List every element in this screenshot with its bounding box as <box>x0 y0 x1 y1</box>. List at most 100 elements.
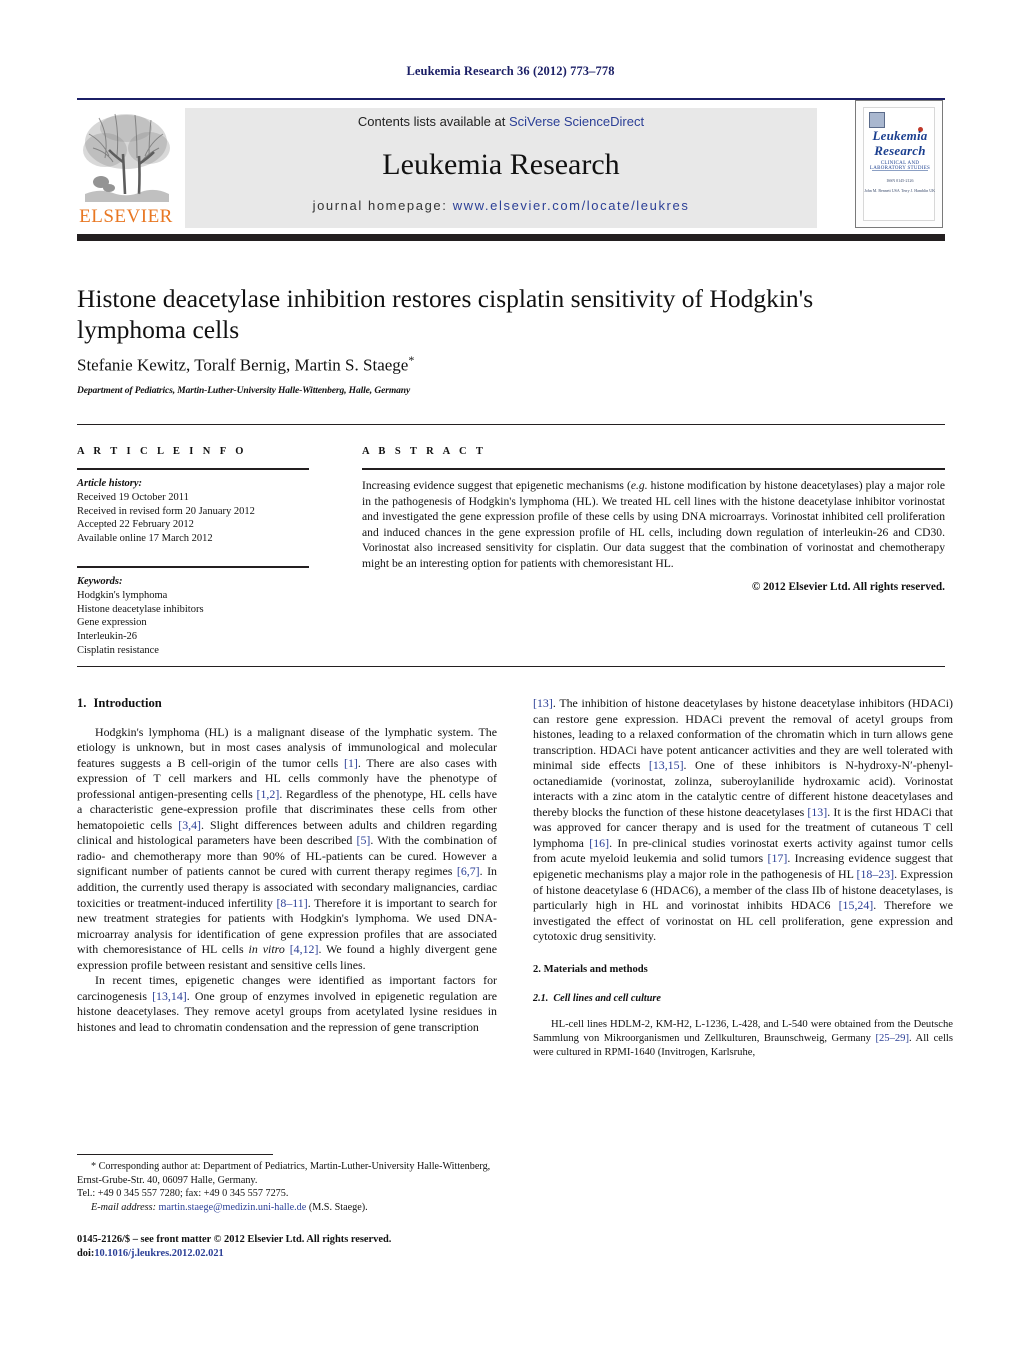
running-head: Leukemia Research 36 (2012) 773–778 <box>406 64 615 78</box>
front-matter-line: 0145-2126/$ – see front matter © 2012 El… <box>77 1234 392 1245</box>
history-item: Accepted 22 February 2012 <box>77 519 194 531</box>
abstract-part1: Increasing evidence suggest that epigene… <box>362 479 631 492</box>
keyword-item: Gene expression <box>77 617 147 629</box>
citation-ref[interactable]: [15,24] <box>839 898 874 912</box>
abstract-rule <box>362 468 945 470</box>
abstract-text: Increasing evidence suggest that epigene… <box>362 478 945 572</box>
keyword-item: Histone deacetylase inhibitors <box>77 603 204 615</box>
contents-prefix: Contents lists available at <box>357 114 509 129</box>
doi-label: doi: <box>77 1248 95 1259</box>
keyword-item: Cisplatin resistance <box>77 644 159 656</box>
cover-meta-line: ISSN 0145-2126 <box>886 178 914 183</box>
journal-homepage-line: journal homepage: www.elsevier.com/locat… <box>185 198 817 213</box>
paragraph-continued: [13]. The inhibition of histone deacetyl… <box>533 696 953 945</box>
homepage-prefix: journal homepage: <box>312 198 453 213</box>
article-info-column: A R T I C L E I N F O Article history: R… <box>77 446 309 658</box>
author-names: Stefanie Kewitz, Toralf Bernig, Martin S… <box>77 355 409 375</box>
abstract-heading: A B S T R A C T <box>362 446 487 457</box>
cover-inner-frame: Leukemia Research CLINICAL AND LABORATOR… <box>863 107 935 221</box>
author-list: Stefanie Kewitz, Toralf Bernig, Martin S… <box>77 353 907 376</box>
panel-top-rule <box>77 424 945 425</box>
journal-cover-thumbnail: Leukemia Research CLINICAL AND LABORATOR… <box>855 100 943 228</box>
footnote-block: * Corresponding author at: Department of… <box>77 1160 507 1214</box>
homepage-url-link[interactable]: www.elsevier.com/locate/leukres <box>453 198 690 213</box>
sciencedirect-link[interactable]: SciVerse ScienceDirect <box>509 114 644 129</box>
email-note: E-mail address: martin.staege@medizin.un… <box>77 1201 507 1215</box>
body-column-right: [13]. The inhibition of histone deacetyl… <box>533 696 953 1060</box>
email-owner: (M.S. Staege). <box>306 1201 368 1213</box>
citation-ref[interactable]: [17] <box>768 851 788 865</box>
citation-ref[interactable]: [13,15] <box>649 758 684 772</box>
journal-masthead: ELSEVIER Contents lists available at Sci… <box>77 98 945 241</box>
abstract-part2: histone modification by histone deacetyl… <box>362 479 945 570</box>
citation-ref[interactable]: [13] <box>533 696 553 710</box>
history-item: Received 19 October 2011 <box>77 491 189 503</box>
cover-title-line1: Leukemia <box>872 128 928 143</box>
keywords-block: Keywords: Hodgkin's lymphoma Histone dea… <box>77 575 309 658</box>
paragraph: HL-cell lines HDLM-2, KM-H2, L-1236, L-4… <box>533 1018 953 1060</box>
citation-ref[interactable]: [13] <box>807 805 827 819</box>
citation-ref[interactable]: [1] <box>344 756 358 770</box>
email-label: E-mail address: <box>91 1201 156 1213</box>
citation-ref[interactable]: [25–29] <box>875 1033 909 1044</box>
citation-ref[interactable]: [18–23] <box>856 867 894 881</box>
contact-phone-note: Tel.: +49 0 345 557 7280; fax: +49 0 345… <box>77 1188 289 1200</box>
subsection-heading-cell-lines: 2.1. Cell lines and cell culture <box>533 991 953 1007</box>
abstract-eg: e.g. <box>630 479 648 492</box>
keyword-item: Interleukin-26 <box>77 631 138 643</box>
copyright-line: © 2012 Elsevier Ltd. All rights reserved… <box>751 580 945 593</box>
corresponding-author-marker: * <box>408 353 415 367</box>
article-history-block: Article history: Received 19 October 201… <box>77 477 309 546</box>
body-column-left: 1. Introduction Hodgkin's lymphoma (HL) i… <box>77 696 497 1035</box>
imprint-block: 0145-2126/$ – see front matter © 2012 El… <box>77 1233 537 1261</box>
panel-bottom-rule <box>77 666 945 667</box>
journal-article-page: Leukemia Research 36 (2012) 773–778 ELSE… <box>0 0 1021 1351</box>
history-item: Available online 17 March 2012 <box>77 533 213 545</box>
subsection-number: 2.1. <box>533 993 549 1005</box>
footnote-rule <box>77 1154 273 1155</box>
section-number: 1. <box>77 696 87 710</box>
citation-ref[interactable]: [5] <box>356 833 370 847</box>
paragraph: In recent times, epigenetic changes were… <box>77 973 497 1035</box>
section-heading-introduction: 1. Introduction <box>77 696 497 712</box>
elsevier-tree-icon <box>79 106 173 210</box>
doi-line: doi:10.1016/j.leukres.2012.02.021 <box>77 1247 537 1261</box>
keyword-item: Hodgkin's lymphoma <box>77 589 168 601</box>
section-heading-materials: 2. Materials and methods <box>533 962 953 978</box>
citation-ref[interactable]: [6,7] <box>457 864 480 878</box>
elsevier-wordmark: ELSEVIER <box>79 206 173 227</box>
cover-divider-line <box>872 170 928 171</box>
email-link[interactable]: martin.staege@medizin.uni-halle.de <box>159 1202 307 1213</box>
section-number: 2. <box>533 963 541 975</box>
corresponding-author-note: * Corresponding author at: Department of… <box>77 1161 491 1186</box>
cover-editor-right: Terry J. Hamblin UK <box>901 188 935 193</box>
contents-available-line: Contents lists available at SciVerse Sci… <box>185 114 817 129</box>
masthead-bottom-rule <box>77 234 945 241</box>
page-title: Histone deacetylase inhibition restores … <box>77 284 814 344</box>
doi-link[interactable]: 10.1016/j.leukres.2012.02.021 <box>94 1248 223 1259</box>
citation-ref[interactable]: [16] <box>589 836 609 850</box>
affiliation: Department of Pediatrics, Martin-Luther-… <box>77 386 411 396</box>
section-title: Materials and methods <box>543 963 648 975</box>
subsection-title: Cell lines and cell culture <box>553 993 661 1005</box>
citation-ref[interactable]: [1,2] <box>257 787 280 801</box>
cover-badge-icon <box>869 112 885 128</box>
citation-ref[interactable]: [13,14] <box>152 989 187 1003</box>
citation-ref[interactable]: [8–11] <box>276 896 307 910</box>
article-info-rule <box>77 468 309 470</box>
history-item: Received in revised form 20 January 2012 <box>77 505 255 517</box>
elsevier-logo: ELSEVIER <box>79 106 173 228</box>
cover-title-line2: Research <box>874 143 926 158</box>
citation-ref[interactable]: [4,12] <box>290 942 319 956</box>
section-title: Introduction <box>93 696 162 710</box>
masthead-top-rule <box>77 98 945 100</box>
paragraph: Hodgkin's lymphoma (HL) is a malignant d… <box>77 725 497 974</box>
citation-ref[interactable]: [3,4] <box>178 818 201 832</box>
keywords-label: Keywords: <box>77 575 123 587</box>
text-italic: in vitro <box>248 942 285 957</box>
article-info-heading: A R T I C L E I N F O <box>77 446 247 457</box>
journal-title: Leukemia Research <box>382 148 620 181</box>
article-history-label: Article history: <box>77 478 143 489</box>
keywords-rule <box>77 565 309 568</box>
abstract-column: A B S T R A C T Increasing evidence sugg… <box>362 446 945 593</box>
